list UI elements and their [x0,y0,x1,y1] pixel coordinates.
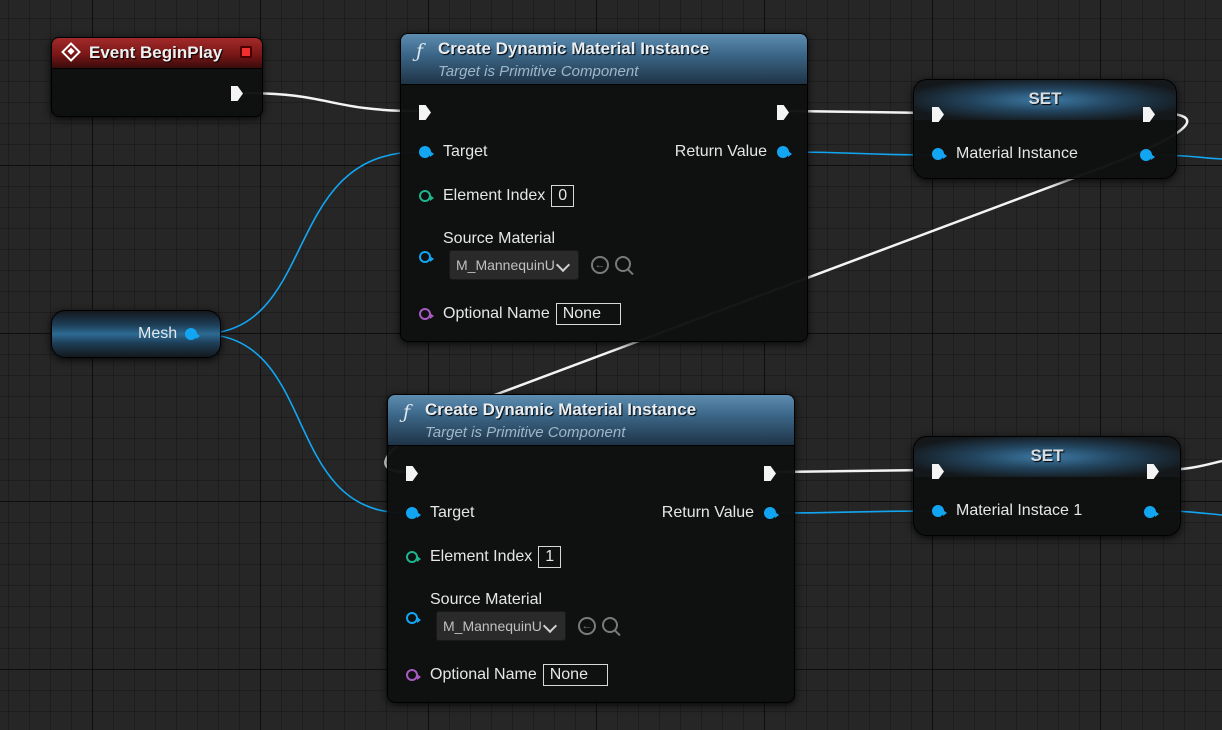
target-row: Target [406,504,474,522]
exec-out-pin[interactable] [777,105,789,120]
event-title: Event BeginPlay [89,43,223,62]
set-header: SET [914,437,1180,477]
data-wire-mesh-to-target1 [199,151,419,335]
target-pin[interactable] [419,146,434,158]
target-pin[interactable] [406,507,421,519]
function-subtitle: Target is Primitive Component [438,63,639,80]
mesh-variable-label: Mesh [138,325,178,342]
variable-output-pin[interactable] [1144,506,1159,518]
mesh-variable-node[interactable]: Mesh [51,310,221,358]
optional-name-label: Optional Name [443,305,550,322]
event-header: Event BeginPlay [52,38,262,69]
function-header: ƒ Create Dynamic Material Instance Targe… [401,34,807,85]
create-dynamic-material-instance-node[interactable]: ƒ Create Dynamic Material Instance Targe… [400,33,808,342]
optional-name-pin[interactable] [406,669,421,681]
return-value-label: Return Value [661,504,754,521]
browse-asset-search-icon[interactable] [615,256,631,272]
source-material-label: Source Material [430,591,543,608]
function-title: Create Dynamic Material Instance [425,400,697,419]
element-index-label: Element Index [430,548,533,565]
exec-in-pin[interactable] [419,105,431,120]
create-dynamic-material-instance-node[interactable]: ƒ Create Dynamic Material Instance Targe… [387,394,795,703]
element-index-row: Element Index 0 [419,185,575,207]
exec-wire-begin-to-create1 [243,91,419,113]
chevron-down-icon [542,618,558,634]
variable-label: Material Instace 1 [956,502,1083,519]
browse-asset-search-icon[interactable] [602,617,618,633]
data-wire-return1-to-set1 [787,151,934,156]
variable-input-pin[interactable] [932,148,947,160]
source-material-dropdown[interactable]: M_MannequinUI [449,250,579,280]
element-index-input[interactable]: 0 [551,185,575,207]
optional-name-row: Optional Name None [406,664,608,686]
optional-name-input[interactable]: None [555,303,621,325]
function-icon: ƒ [416,40,424,62]
return-value-label: Return Value [674,143,767,160]
return-value-row: Return Value [661,504,779,522]
optional-name-label: Optional Name [430,666,537,683]
use-selected-asset-icon[interactable]: ← [591,256,609,274]
event-stop-icon[interactable] [240,46,252,58]
data-wire-return2-to-set2 [774,510,934,514]
optional-name-input[interactable]: None [542,664,608,686]
return-value-row: Return Value [674,143,792,161]
variable-row: Material Instace 1 [932,502,1082,520]
set-header: SET [914,80,1176,120]
target-label: Target [430,504,475,521]
set-material-instance-node[interactable]: SET Material Instance [913,79,1177,179]
variable-output-pin[interactable] [1140,149,1155,161]
source-material-pin[interactable] [406,612,421,624]
target-label: Target [443,143,488,160]
element-index-pin[interactable] [419,190,434,202]
optional-name-row: Optional Name None [419,303,621,325]
data-wire-mesh-to-target2 [199,333,406,514]
set-title: SET [1028,89,1062,108]
element-index-row: Element Index 1 [406,546,562,568]
element-index-pin[interactable] [406,551,421,563]
return-value-pin[interactable] [764,507,779,519]
function-title: Create Dynamic Material Instance [438,39,710,58]
variable-label: Material Instance [956,145,1078,162]
element-index-label: Element Index [443,187,546,204]
event-diamond-icon [61,42,81,62]
optional-name-pin[interactable] [419,308,434,320]
exec-out-pin[interactable] [231,86,243,101]
target-row: Target [419,143,487,161]
use-selected-asset-icon[interactable]: ← [578,617,596,635]
variable-row: Material Instance [932,145,1078,163]
source-material-row: Source Material [406,591,542,609]
element-index-input[interactable]: 1 [538,546,562,568]
exec-out-pin[interactable] [764,466,776,481]
exec-wire-create2-to-set2 [776,468,931,474]
return-value-pin[interactable] [777,146,792,158]
exec-in-pin[interactable] [406,466,418,481]
exec-wire-create1-to-set1 [789,109,931,115]
chevron-down-icon [555,257,571,273]
set-material-instace-1-node[interactable]: SET Material Instace 1 [913,436,1181,536]
function-header: ƒ Create Dynamic Material Instance Targe… [388,395,794,446]
source-material-value: M_MannequinUI [443,618,543,634]
source-material-row: Source Material [419,230,555,248]
source-material-value: M_MannequinUI [456,257,556,273]
source-material-label: Source Material [443,230,556,247]
set-title: SET [1030,446,1064,465]
source-material-dropdown[interactable]: M_MannequinUI [436,611,566,641]
event-beginplay-node[interactable]: Event BeginPlay [51,37,263,117]
function-subtitle: Target is Primitive Component [425,424,626,441]
mesh-output-pin[interactable] [185,328,200,340]
function-icon: ƒ [403,401,411,423]
variable-input-pin[interactable] [932,505,947,517]
source-material-pin[interactable] [419,251,434,263]
